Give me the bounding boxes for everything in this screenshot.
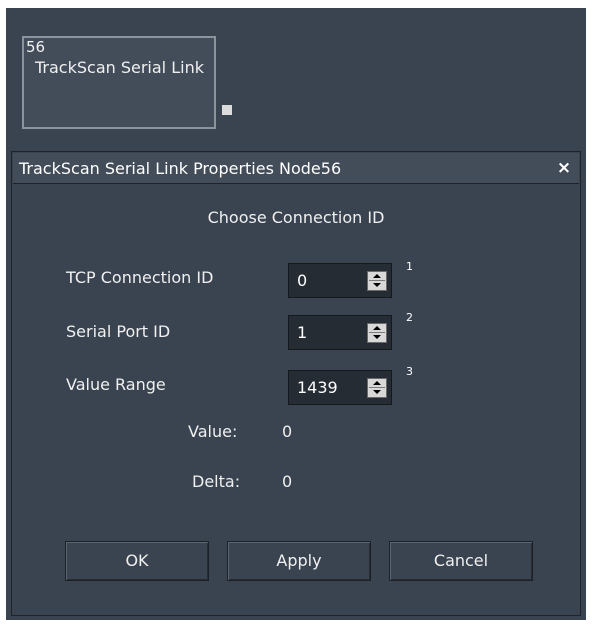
value-range-spinner[interactable]: [367, 378, 387, 398]
dialog-titlebar[interactable]: TrackScan Serial Link Properties Node56 …: [13, 153, 579, 184]
tcp-connection-id-field: [288, 263, 392, 298]
serial-port-id-spinner[interactable]: [367, 323, 387, 343]
spin-down-icon[interactable]: [373, 390, 381, 394]
node-editor-canvas: 56 TrackScan Serial Link TrackScan Seria…: [6, 8, 586, 620]
serial-port-id-input[interactable]: [289, 316, 355, 349]
spin-divider: [369, 332, 385, 333]
node-title: TrackScan Serial Link: [35, 58, 204, 77]
spin-down-icon[interactable]: [373, 283, 381, 287]
spin-up-icon[interactable]: [373, 274, 381, 278]
spin-divider: [369, 280, 385, 281]
spin-up-icon[interactable]: [373, 381, 381, 385]
dialog-heading: Choose Connection ID: [207, 208, 385, 227]
close-icon[interactable]: ×: [555, 159, 573, 177]
trackscan-serial-link-node[interactable]: 56 TrackScan Serial Link: [22, 36, 232, 129]
apply-button[interactable]: Apply: [227, 541, 371, 581]
tcp-connection-id-input[interactable]: [289, 264, 355, 297]
serial-port-index: 2: [406, 311, 413, 324]
dialog-title: TrackScan Serial Link Properties Node56: [19, 159, 342, 178]
tcp-connection-id-spinner[interactable]: [367, 271, 387, 291]
value-range-field: [288, 370, 392, 405]
value-readout: 0: [282, 422, 293, 441]
tcp-connection-id-label: TCP Connection ID: [66, 268, 214, 287]
ok-button[interactable]: OK: [65, 541, 209, 581]
node-output-port[interactable]: [222, 105, 232, 115]
value-readout-label: Value:: [188, 422, 238, 441]
properties-dialog: TrackScan Serial Link Properties Node56 …: [11, 151, 581, 616]
serial-port-id-field: [288, 315, 392, 350]
spin-down-icon[interactable]: [373, 335, 381, 339]
value-range-label: Value Range: [66, 375, 166, 394]
spin-up-icon[interactable]: [373, 326, 381, 330]
value-range-port-index: 3: [406, 365, 413, 378]
cancel-button[interactable]: Cancel: [389, 541, 533, 581]
tcp-connection-port-index: 1: [406, 260, 413, 273]
delta-readout: 0: [282, 472, 293, 491]
spin-divider: [369, 387, 385, 388]
delta-readout-label: Delta:: [192, 472, 241, 491]
value-range-input[interactable]: [289, 371, 355, 404]
serial-port-id-label: Serial Port ID: [66, 322, 171, 341]
node-id-label: 56: [26, 38, 46, 56]
